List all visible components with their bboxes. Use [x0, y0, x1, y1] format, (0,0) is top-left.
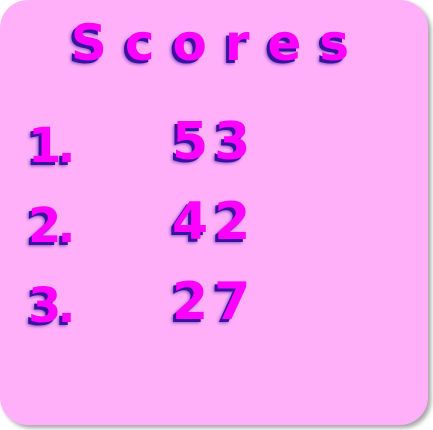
score-1: 53 — [172, 112, 257, 172]
score-3: 27 — [172, 272, 257, 332]
score-2: 42 — [172, 192, 257, 252]
scores-panel: Scores 1. 53 2. 42 3. 27 — [0, 0, 428, 425]
scores-title: Scores — [70, 14, 368, 72]
rank-1: 1. — [28, 118, 76, 174]
rank-3: 3. — [28, 278, 76, 334]
rank-2: 2. — [28, 198, 76, 254]
